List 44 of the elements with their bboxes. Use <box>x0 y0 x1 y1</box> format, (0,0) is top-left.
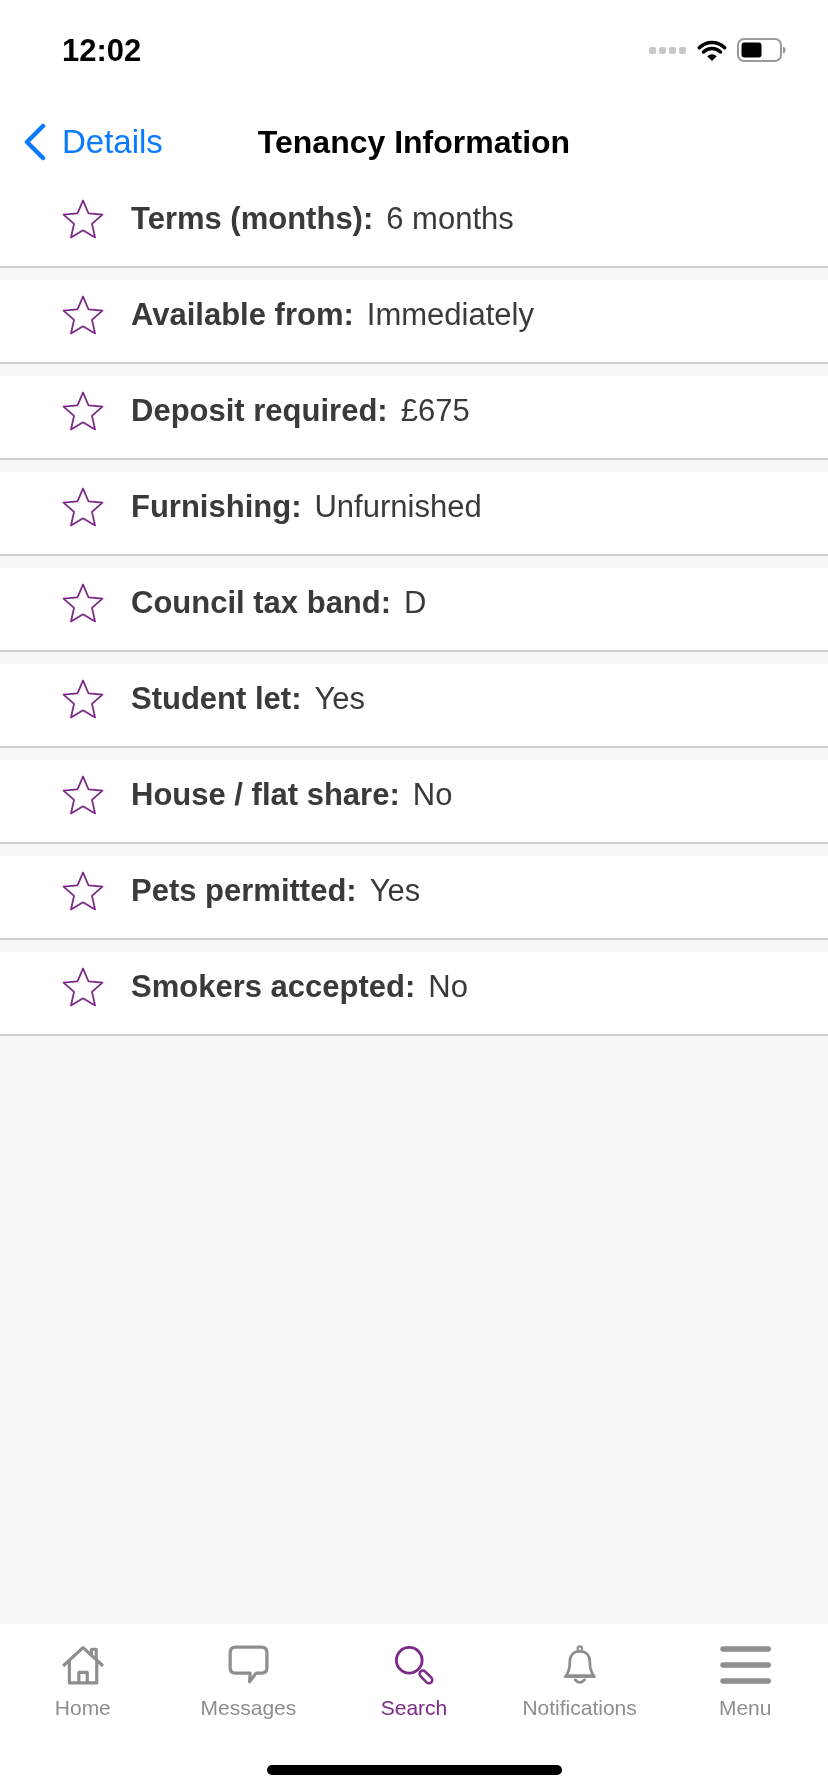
detail-label: Student let: <box>131 680 302 718</box>
detail-value: Yes <box>369 872 421 910</box>
menu-icon <box>718 1645 772 1685</box>
detail-label: Available from: <box>131 296 354 334</box>
detail-value: 6 months <box>386 200 514 238</box>
detail-label: Furnishing: <box>131 488 302 526</box>
tab[interactable]: Search <box>331 1645 497 1721</box>
tab[interactable]: Messages <box>165 1645 332 1721</box>
detail-label: Terms (months): <box>131 200 374 238</box>
detail-value: Immediately <box>366 296 534 334</box>
detail-value: Yes <box>314 680 366 718</box>
detail-label: Deposit required: <box>131 392 388 430</box>
cellular-signal-icon <box>649 46 687 54</box>
detail-value: No <box>428 968 468 1006</box>
star-icon <box>62 391 104 431</box>
speech-bubble-icon <box>227 1645 269 1685</box>
search-icon <box>394 1645 434 1685</box>
detail-value: £675 <box>400 392 470 430</box>
star-icon <box>62 583 104 623</box>
star-icon <box>62 871 104 911</box>
tab[interactable]: Notifications <box>496 1645 663 1721</box>
back-button[interactable]: Details <box>24 122 163 162</box>
detail-label: Smokers accepted: <box>131 968 416 1006</box>
page-title: Tenancy Information <box>257 122 571 162</box>
detail-value: No <box>412 776 453 814</box>
detail-label: Council tax band: <box>131 584 392 622</box>
battery-icon <box>737 38 786 62</box>
star-icon <box>62 199 104 239</box>
star-icon <box>62 967 104 1007</box>
detail-label: House / flat share: <box>131 776 400 814</box>
star-icon <box>62 487 104 527</box>
bell-icon <box>562 1645 597 1685</box>
detail-value: D <box>404 584 427 622</box>
detail-label: Pets permitted: <box>131 872 357 910</box>
status-time: 12:02 <box>62 34 142 66</box>
wifi-icon <box>697 39 727 61</box>
star-icon <box>62 775 104 815</box>
tab[interactable]: Menu <box>662 1645 828 1721</box>
tab[interactable]: Home <box>0 1645 166 1721</box>
star-icon <box>62 679 104 719</box>
detail-value: Unfurnished <box>314 488 482 526</box>
home-icon <box>61 1645 104 1685</box>
chevron-left-icon <box>24 123 46 161</box>
star-icon <box>62 295 104 335</box>
